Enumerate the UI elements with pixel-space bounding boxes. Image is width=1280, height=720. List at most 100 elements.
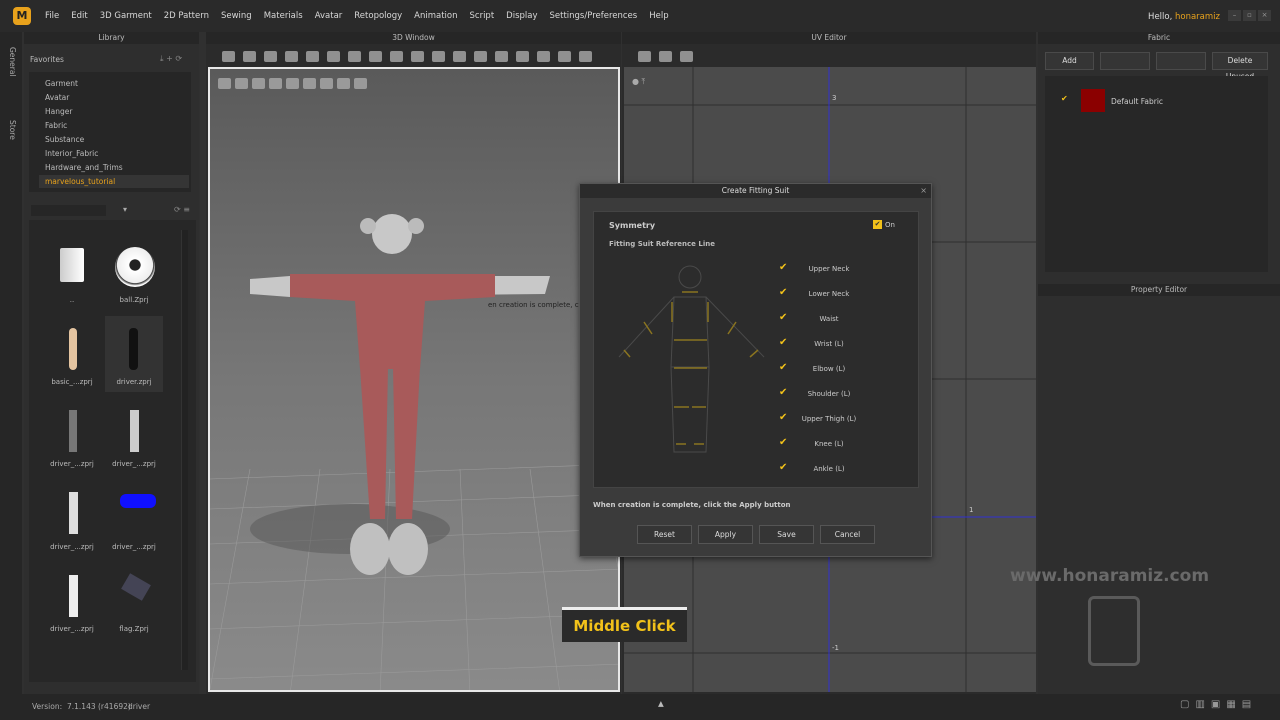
3d-viewport[interactable]: en creation is complete, click — [208, 67, 620, 692]
flag-thumbnail[interactable] — [121, 573, 151, 601]
tool-icon[interactable] — [537, 51, 550, 62]
tool-icon[interactable] — [453, 51, 466, 62]
username[interactable]: honaramiz — [1175, 12, 1220, 22]
avatar-thumbnail[interactable] — [129, 328, 138, 370]
tool-icon[interactable] — [369, 51, 382, 62]
menu-retopology[interactable]: Retopology — [354, 11, 402, 21]
copy-fabric-button[interactable] — [1100, 52, 1150, 70]
uv-view-icon[interactable]: ● ⤒ — [632, 77, 645, 87]
tool-icon[interactable] — [432, 51, 445, 62]
menu-avatar[interactable]: Avatar — [315, 11, 343, 21]
tool-icon[interactable] — [516, 51, 529, 62]
menu-edit[interactable]: Edit — [71, 11, 87, 21]
middle-click-caption: Middle Click — [562, 607, 687, 642]
line-label-elbow: Elbow (L) — [812, 365, 846, 373]
line-label-ankle: Ankle (L) — [813, 465, 845, 473]
menu-script[interactable]: Script — [470, 11, 495, 21]
tool-icon[interactable] — [243, 51, 256, 62]
tool-icon[interactable] — [285, 51, 298, 62]
menu-settings[interactable]: Settings/Preferences — [550, 11, 638, 21]
menu-materials[interactable]: Materials — [264, 11, 303, 21]
uv-tool-icon[interactable] — [638, 51, 651, 62]
layout-icons[interactable]: ▢▥▣▦▤ — [1180, 699, 1257, 710]
assign-fabric-button[interactable] — [1156, 52, 1206, 70]
avatar-thumbnail[interactable] — [69, 575, 78, 617]
library-item-interior-fabric[interactable]: Interior_Fabric — [45, 149, 98, 158]
menu-animation[interactable]: Animation — [414, 11, 457, 21]
library-thumbnails: .. ball.Zprj basic_...zprj driver.zprj d… — [29, 220, 196, 682]
reset-button[interactable]: Reset — [637, 525, 692, 544]
avatar-thumbnail[interactable] — [69, 492, 78, 534]
menu-sewing[interactable]: Sewing — [221, 11, 252, 21]
app-logo[interactable]: M — [13, 7, 31, 25]
thumb-label: ball.Zprj — [119, 296, 149, 304]
avatar-thumbnail[interactable] — [69, 328, 77, 370]
avatar-thumbnail[interactable] — [130, 410, 139, 452]
fabric-title: Fabric — [1038, 32, 1280, 44]
library-item-hanger[interactable]: Hanger — [45, 107, 72, 116]
symmetry-on-label: On — [885, 221, 895, 229]
tool-icon[interactable] — [222, 51, 235, 62]
tool-icon[interactable] — [411, 51, 424, 62]
thumb-label: driver_...zprj — [50, 625, 94, 633]
cancel-button[interactable]: Cancel — [820, 525, 875, 544]
avatar-thumbnail[interactable] — [69, 410, 77, 452]
body-reference-figure — [618, 265, 765, 453]
line-label-lower-neck: Lower Neck — [808, 290, 850, 298]
library-item-fabric[interactable]: Fabric — [45, 121, 67, 130]
menu-file[interactable]: File — [45, 11, 59, 21]
uv-tool-icon[interactable] — [680, 51, 693, 62]
menu-display[interactable]: Display — [506, 11, 537, 21]
library-item-marvelous-tutorial[interactable]: marvelous_tutorial — [39, 175, 189, 188]
tool-icon[interactable] — [327, 51, 340, 62]
avatar-thumbnail[interactable] — [120, 494, 156, 508]
delete-unused-button[interactable]: Delete Unused — [1212, 52, 1268, 81]
tool-icon[interactable] — [348, 51, 361, 62]
tool-icon[interactable] — [390, 51, 403, 62]
line-label-waist: Waist — [819, 315, 839, 323]
scrollbar[interactable] — [181, 230, 188, 670]
menu-2d-pattern[interactable]: 2D Pattern — [164, 11, 209, 21]
close-button[interactable]: × — [1258, 10, 1271, 21]
library-search-input[interactable] — [31, 205, 106, 216]
tool-icon[interactable] — [558, 51, 571, 62]
tool-icon[interactable] — [264, 51, 277, 62]
tool-icon[interactable] — [495, 51, 508, 62]
folder-icon[interactable] — [60, 248, 84, 282]
refresh-icon[interactable]: ⟳ ≡ — [174, 205, 190, 214]
save-button[interactable]: Save — [759, 525, 814, 544]
status-bar: Version: 7.1.143 (r41692) driver ▲ ▢▥▣▦▤ — [0, 694, 1280, 720]
menu-help[interactable]: Help — [649, 11, 668, 21]
property-editor-title: Property Editor — [1038, 284, 1280, 296]
dialog-close-icon[interactable]: × — [920, 186, 927, 195]
check-icon: ✔ — [1061, 94, 1068, 103]
user-greeting: Hello, honaramiz — [1148, 12, 1220, 22]
library-item-avatar[interactable]: Avatar — [45, 93, 69, 102]
dialog-content: Symmetry ✔ On Fitting Suit Reference Lin… — [593, 211, 919, 488]
uv-axis-label: -1 — [832, 644, 839, 652]
tab-store[interactable]: Store — [8, 120, 17, 140]
maximize-button[interactable]: ▫ — [1243, 10, 1256, 21]
apply-button[interactable]: Apply — [698, 525, 753, 544]
expand-up-icon[interactable]: ▲ — [658, 699, 664, 708]
tool-icon[interactable] — [579, 51, 592, 62]
create-fitting-suit-dialog: Create Fitting Suit × Symmetry ✔ On Fitt… — [579, 183, 932, 557]
library-item-garment[interactable]: Garment — [45, 79, 78, 88]
symmetry-checkbox[interactable]: ✔ — [873, 220, 882, 229]
tool-icon[interactable] — [306, 51, 319, 62]
thumb-label: driver_...zprj — [112, 543, 156, 551]
library-item-substance[interactable]: Substance — [45, 135, 84, 144]
line-label-upper-neck: Upper Neck — [808, 265, 850, 273]
tab-general[interactable]: General — [8, 47, 17, 77]
ball-thumbnail[interactable] — [115, 247, 155, 287]
library-tree: Garment Avatar Hanger Fabric Substance I… — [29, 72, 191, 192]
uv-tool-icon[interactable] — [659, 51, 672, 62]
add-fabric-button[interactable]: Add — [1045, 52, 1094, 70]
minimize-button[interactable]: – — [1228, 10, 1241, 21]
tool-icon[interactable] — [474, 51, 487, 62]
library-item-hardware[interactable]: Hardware_and_Trims — [45, 163, 123, 172]
menu-3d-garment[interactable]: 3D Garment — [100, 11, 152, 21]
fabric-item[interactable]: ✔ Default Fabric — [1045, 76, 1268, 120]
favorites-actions[interactable]: ⤓ + ⟳ — [160, 54, 182, 64]
chevron-down-icon[interactable]: ▾ — [123, 205, 127, 214]
